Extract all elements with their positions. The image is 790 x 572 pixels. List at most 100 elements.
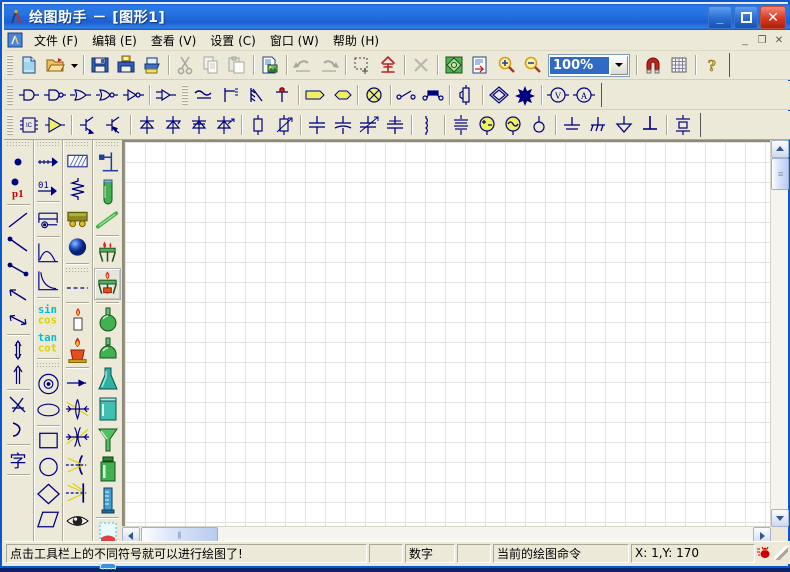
color-palette-button[interactable] [441, 53, 467, 77]
rectangle-tool[interactable] [36, 428, 61, 454]
cart-tool[interactable] [36, 204, 61, 234]
minimize-button[interactable]: _ [708, 5, 732, 29]
inductor-button[interactable] [415, 113, 441, 137]
double-arrow-tool[interactable] [6, 307, 31, 332]
resistor-button[interactable] [245, 113, 271, 137]
toolbar-grip[interactable] [7, 85, 13, 105]
redo-button[interactable] [316, 53, 342, 77]
maximize-button[interactable] [734, 5, 758, 29]
scroll-down-button[interactable] [771, 509, 789, 527]
voltmeter-button[interactable]: V [545, 83, 571, 107]
parabola-curve-tool[interactable] [36, 239, 61, 267]
undo-button[interactable] [290, 53, 316, 77]
candle-tool[interactable] [65, 305, 90, 335]
mdi-restore-button[interactable]: ❐ [754, 33, 770, 47]
open-file-button[interactable] [42, 53, 68, 77]
stand-clamp-tool[interactable] [95, 149, 120, 177]
oval-tool[interactable] [36, 454, 61, 480]
diode-button[interactable] [134, 113, 160, 137]
tunnel-diode-button[interactable] [186, 113, 212, 137]
zoom-combo[interactable]: 100% [548, 53, 630, 77]
plane-mirror-tool[interactable] [65, 479, 90, 507]
test-tube-tool[interactable] [95, 177, 120, 207]
menu-file[interactable]: 文件 (F) [27, 30, 85, 51]
vertical-scroll-thumb[interactable]: ≡ [771, 158, 789, 190]
magnet-button[interactable] [640, 53, 666, 77]
speaker-button[interactable] [453, 83, 479, 107]
wire-button[interactable] [191, 83, 217, 107]
npn-transistor-button[interactable] [75, 113, 101, 137]
save-button[interactable] [87, 53, 113, 77]
segment-tool[interactable] [6, 257, 31, 282]
delete-button[interactable] [408, 53, 434, 77]
measuring-cylinder-tool[interactable] [95, 485, 120, 515]
ellipse-tool[interactable] [36, 397, 61, 423]
alcohol-burner-tool[interactable] [65, 335, 90, 365]
menu-edit[interactable]: 编辑 (E) [85, 30, 144, 51]
palette-drag-handle[interactable] [65, 267, 91, 274]
pin-node-button[interactable] [269, 83, 295, 107]
dc-source-button[interactable] [474, 113, 500, 137]
toolbar-grip[interactable] [7, 115, 13, 135]
signal-ground-button[interactable] [637, 113, 663, 137]
double-vertical-arrow-tool[interactable] [6, 337, 31, 362]
parallelogram-tool[interactable] [36, 507, 61, 533]
palette-drag-handle[interactable] [65, 141, 91, 148]
cut-button[interactable] [172, 53, 198, 77]
palette-drag-handle[interactable] [95, 141, 121, 148]
flat-flask-tool[interactable] [95, 335, 120, 365]
circle-center-tool[interactable] [36, 370, 61, 397]
arrow-left-tool[interactable] [6, 282, 31, 307]
palette-drag-handle[interactable] [35, 362, 61, 369]
toolbar-grip[interactable] [182, 85, 188, 105]
coil-core-button[interactable] [448, 113, 474, 137]
nand-gate-button[interactable] [42, 83, 68, 107]
tan-cot-tool[interactable]: tan cot [36, 328, 61, 356]
line-tool[interactable] [6, 207, 31, 232]
document-icon[interactable] [7, 32, 23, 48]
menu-window[interactable]: 窗口 (W) [263, 30, 326, 51]
sphere-tool[interactable] [65, 233, 90, 261]
drawing-canvas[interactable] [124, 142, 771, 527]
paste-button[interactable] [224, 53, 250, 77]
point-tool[interactable] [6, 149, 31, 174]
tripod-burner-tool[interactable] [94, 268, 122, 300]
text-tool[interactable]: 字 [6, 447, 31, 472]
dashed-line-tool[interactable] [65, 275, 90, 300]
copy-button[interactable] [198, 53, 224, 77]
lamp-button[interactable] [526, 113, 552, 137]
trimmer-capacitor-button[interactable] [382, 113, 408, 137]
nor-gate-button[interactable] [94, 83, 120, 107]
or-gate-button[interactable] [68, 83, 94, 107]
tag-label-button[interactable] [302, 83, 328, 107]
not-gate-button[interactable] [120, 83, 146, 107]
page-setup-button[interactable] [467, 53, 493, 77]
chevron-down-icon[interactable] [610, 55, 628, 75]
rhombus-tool[interactable] [36, 480, 61, 507]
tripod-gauze-tool[interactable] [95, 238, 120, 268]
hatched-surface-tool[interactable] [65, 149, 90, 175]
up-arrow-tool[interactable] [6, 362, 31, 387]
ic-chip-button[interactable]: IC [16, 113, 42, 137]
palette-drag-handle[interactable] [5, 141, 31, 148]
diamond-shape-button[interactable] [486, 83, 512, 107]
burst-button[interactable] [512, 83, 538, 107]
save-as-button[interactable] [113, 53, 139, 77]
concave-lens-tool[interactable] [65, 423, 90, 451]
zoom-out-button[interactable] [519, 53, 545, 77]
beaker-tool[interactable] [95, 395, 120, 425]
ac-source-button[interactable] [500, 113, 526, 137]
eye-tool[interactable] [65, 507, 90, 535]
ruler-arrow-tool[interactable]: 01 [36, 174, 61, 199]
amplifier-button[interactable] [42, 113, 68, 137]
decay-curve-tool[interactable] [36, 267, 61, 295]
conical-flask-tool[interactable] [95, 365, 120, 395]
zoom-value[interactable]: 100% [550, 56, 609, 74]
terminal-block-button[interactable] [217, 83, 243, 107]
open-dropdown-arrow-icon[interactable] [68, 53, 80, 77]
round-flask-tool[interactable] [95, 305, 120, 335]
spring-tool[interactable] [65, 175, 90, 205]
capacitor-button[interactable] [304, 113, 330, 137]
variable-capacitor-button[interactable] [356, 113, 382, 137]
velocity-arrow-tool[interactable] [36, 149, 61, 174]
